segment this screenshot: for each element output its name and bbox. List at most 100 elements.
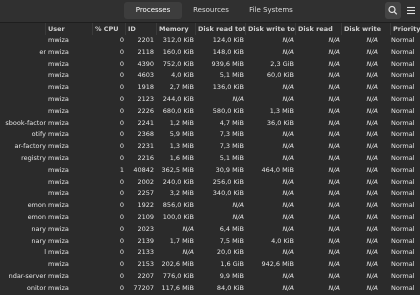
table-row[interactable]: l mwiza 0 2133 N/A 20,0 KiB N/A N/A N/A Normal <box>0 247 420 259</box>
table-row[interactable]: mwiza 0 2257 3,2 MiB 340,0 KiB N/A N/A N/A Norma… <box>0 188 420 200</box>
table-row[interactable]: mwiza 1 40842 362,5 MiB 30,9 MiB 464,0 MiB N/A… <box>0 165 420 177</box>
table-row[interactable]: mwiza 0 2226 680,0 KiB 580,0 KiB 1,3 MiB N/A N/… <box>0 106 420 118</box>
process-priority: Normal <box>391 130 415 139</box>
table-row[interactable]: mwiza 0 2123 244,0 KiB N/A N/A N/A N/A Normal <box>0 94 420 106</box>
table-row[interactable]: registry mwiza 0 2216 1,6 MiB 5,1 MiB N/A N/A N/… <box>0 153 420 165</box>
process-user: mwiza <box>48 189 69 198</box>
process-user: mwiza <box>48 248 69 257</box>
column-header-disk-write[interactable]: Disk write <box>342 23 391 35</box>
search-button[interactable] <box>385 2 401 19</box>
table-row[interactable]: onitor mwiza 0 77207 117,6 MiB 84,0 KiB N/A N/A… <box>0 283 420 295</box>
process-disk-write-total: N/A <box>282 248 295 257</box>
process-disk-write-total: N/A <box>282 212 295 221</box>
process-disk-write: N/A <box>366 83 379 92</box>
process-disk-read: N/A <box>328 283 341 292</box>
process-memory: 117,6 MiB <box>161 283 194 292</box>
process-disk-read-total: 20,0 KiB <box>216 248 244 257</box>
table-row[interactable]: sbook-factor mwiza 0 2241 1,2 MiB 4,7 MiB 36,0… <box>0 118 420 130</box>
menu-button[interactable] <box>403 2 419 19</box>
process-id: 2226 <box>137 106 154 115</box>
table-row[interactable]: mwiza 0 2002 240,0 KiB 256,0 KiB N/A N/A N/A Nor… <box>0 177 420 189</box>
process-user: mwiza <box>48 130 69 139</box>
process-disk-read-total: 1,6 GiB <box>220 260 244 269</box>
column-header-id[interactable]: ID <box>126 23 157 35</box>
process-disk-read-total: 939,6 MiB <box>211 59 244 68</box>
column-header-user[interactable]: User <box>46 23 93 35</box>
tab-processes[interactable]: Processes <box>124 2 182 19</box>
table-row[interactable]: mwiza 0 1918 2,7 MiB 136,0 KiB N/A N/A N/A Norma… <box>0 82 420 94</box>
column-header-disk-read[interactable]: Disk read <box>296 23 342 35</box>
process-disk-write: N/A <box>366 47 379 56</box>
process-disk-read: N/A <box>328 165 341 174</box>
table-row[interactable]: otify mwiza 0 2368 5,9 MiB 7,3 MiB N/A N/A N/A No… <box>0 129 420 141</box>
process-memory: N/A <box>182 224 195 233</box>
column-header-cpu[interactable]: % CPU <box>93 23 126 35</box>
process-cpu: 0 <box>119 236 124 245</box>
process-id: 2139 <box>137 236 154 245</box>
table-row[interactable]: mwiza 0 4603 4,0 KiB 5,1 MiB 60,0 KiB N/A N/A No… <box>0 70 420 82</box>
process-disk-write: N/A <box>366 177 379 186</box>
process-disk-write: N/A <box>366 248 379 257</box>
process-disk-read-total: 580,0 KiB <box>212 106 244 115</box>
table-row[interactable]: er mwiza 0 2118 160,0 KiB 148,0 KiB N/A N/A N/A N… <box>0 47 420 59</box>
table-row[interactable]: emon mwiza 0 2109 100,0 KiB N/A N/A N/A N/A Norma… <box>0 212 420 224</box>
process-priority: Normal <box>391 47 415 56</box>
process-id: 2216 <box>137 153 154 162</box>
column-header-memory[interactable]: Memory <box>157 23 196 35</box>
process-cpu: 0 <box>119 177 124 186</box>
process-name: emon <box>27 212 46 221</box>
process-disk-read: N/A <box>328 153 341 162</box>
process-disk-read: N/A <box>328 83 341 92</box>
table-row[interactable]: mwiza 0 2153 202,6 MiB 1,6 GiB 942,6 MiB N/A N/… <box>0 259 420 271</box>
column-header-name[interactable] <box>0 23 46 35</box>
process-memory: 1,6 MiB <box>169 153 194 162</box>
process-memory: 2,7 MiB <box>169 83 194 92</box>
tab-resources[interactable]: Resources <box>184 2 238 19</box>
table-row[interactable]: mwiza 0 2201 312,0 KiB 124,0 KiB N/A N/A N/A Nor… <box>0 35 420 47</box>
process-priority: Normal <box>391 153 415 162</box>
process-cpu: 0 <box>119 248 124 257</box>
process-disk-write: N/A <box>366 236 379 245</box>
table-row[interactable]: ndar-server mwiza 0 2207 776,0 KiB 9,9 MiB N/A… <box>0 271 420 283</box>
process-disk-read-total: 256,0 KiB <box>212 177 244 186</box>
process-disk-read-total: N/A <box>232 212 245 221</box>
column-header-priority[interactable]: Priority <box>391 23 420 35</box>
process-cpu: 0 <box>119 153 124 162</box>
process-user: mwiza <box>48 94 69 103</box>
process-disk-write-total: N/A <box>282 224 295 233</box>
process-memory: 1,3 MiB <box>169 142 194 151</box>
tab-file-systems[interactable]: File Systems <box>240 2 302 19</box>
process-id: 2023 <box>137 224 154 233</box>
process-name: emon <box>27 201 46 210</box>
process-cpu: 1 <box>119 165 124 174</box>
process-name: registry <box>21 153 46 162</box>
process-memory: 160,0 KiB <box>162 47 194 56</box>
process-priority: Normal <box>391 71 415 80</box>
column-header-disk-write-total[interactable]: Disk write tot <box>246 23 296 35</box>
process-cpu: 0 <box>119 189 124 198</box>
process-priority: Normal <box>391 283 415 292</box>
table-row[interactable]: mwiza 0 4390 752,0 KiB 939,6 MiB 2,3 GiB N/A N/… <box>0 59 420 71</box>
table-row[interactable]: nary mwiza 0 2139 1,7 MiB 7,5 MiB 4,0 KiB N/A N/… <box>0 236 420 248</box>
process-name: onitor <box>26 283 46 292</box>
process-disk-read: N/A <box>328 106 341 115</box>
table-row[interactable]: emon mwiza 0 1922 856,0 KiB N/A N/A N/A N/A Norma… <box>0 200 420 212</box>
process-priority: Normal <box>391 189 415 198</box>
process-disk-write: N/A <box>366 201 379 210</box>
process-disk-write-total: N/A <box>282 36 295 44</box>
process-disk-read-total: 84,0 KiB <box>216 283 244 292</box>
process-disk-write-total: N/A <box>282 94 295 103</box>
process-memory: 856,0 KiB <box>162 201 194 210</box>
process-disk-read-total: 7,3 MiB <box>219 130 244 139</box>
process-name: nary <box>31 224 46 233</box>
table-row[interactable]: nary mwiza 0 2023 N/A 6,4 MiB N/A N/A N/A Normal <box>0 224 420 236</box>
process-id: 40842 <box>133 165 154 174</box>
process-disk-write: N/A <box>366 165 379 174</box>
column-header-disk-read-total[interactable]: Disk read tot <box>196 23 246 35</box>
process-user: mwiza <box>48 177 69 186</box>
process-id: 2153 <box>137 260 154 269</box>
process-disk-write-total: N/A <box>282 283 295 292</box>
process-id: 2201 <box>137 36 154 44</box>
table-row[interactable]: ar-factory mwiza 0 2231 1,3 MiB 7,3 MiB N/A N/A… <box>0 141 420 153</box>
process-disk-write-total: N/A <box>282 47 295 56</box>
